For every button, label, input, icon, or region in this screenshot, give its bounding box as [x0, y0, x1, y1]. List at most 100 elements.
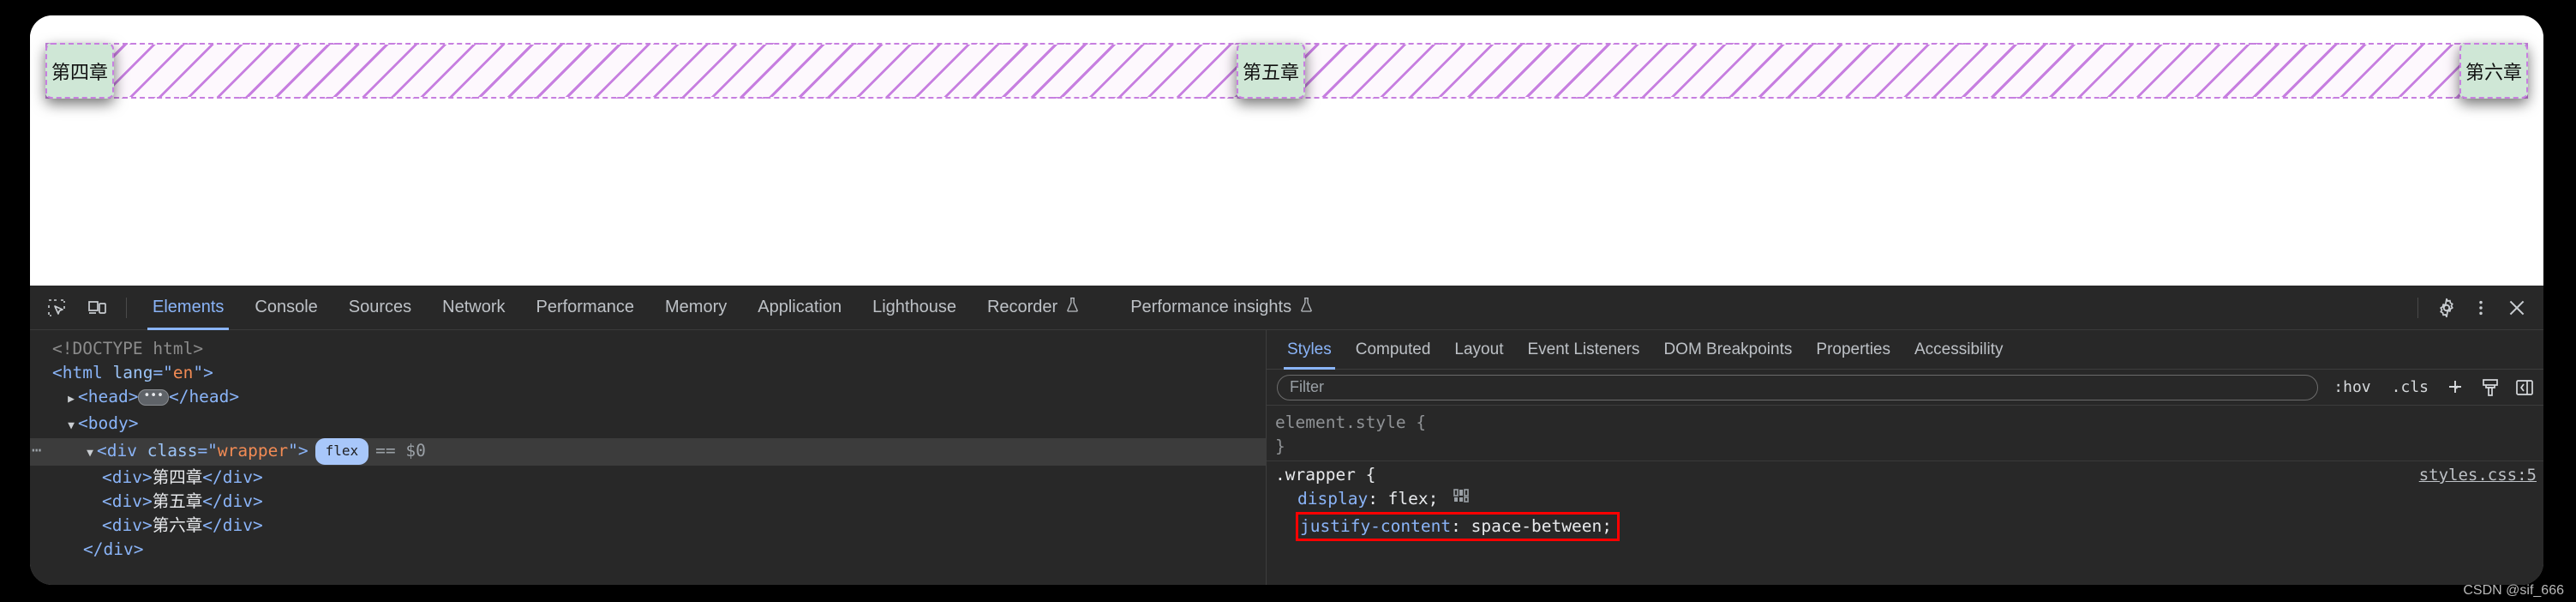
- experiment-flask-icon: [1064, 297, 1081, 318]
- devtools-tab-console[interactable]: Console: [239, 286, 332, 330]
- dom-tag-div-close: div: [222, 467, 253, 487]
- styles-tab-accessibility[interactable]: Accessibility: [1902, 330, 2015, 370]
- styles-tab-event-listeners[interactable]: Event Listeners: [1515, 330, 1651, 370]
- toggle-class-button[interactable]: .cls: [2387, 378, 2434, 396]
- devtools-tab-sources[interactable]: Sources: [333, 286, 427, 330]
- devtools-tab-memory[interactable]: Memory: [650, 286, 742, 330]
- styles-panel-tabs: Styles Computed Layout Event Listeners D: [1267, 330, 2543, 370]
- toggle-element-state-button[interactable]: :hov: [2328, 378, 2375, 396]
- dom-text-node-1: 第四章: [152, 467, 203, 487]
- dom-line-html[interactable]: <html lang="en">: [30, 361, 1266, 385]
- screenshot-root: 第四章 第五章 第六章 Elements Console Sources Net…: [0, 0, 2576, 602]
- page-viewport: 第四章 第五章 第六章: [30, 15, 2543, 286]
- declaration-property-display: display: [1297, 489, 1369, 509]
- declaration-justify-content-row[interactable]: justify-content: space-between;: [1275, 511, 2543, 541]
- dom-tree-panel[interactable]: <!DOCTYPE html> <html lang="en"> ▶ <head>…: [30, 330, 1267, 585]
- watermark-text: CSDN @sif_666: [2463, 583, 2564, 598]
- devtools-tab-elements[interactable]: Elements: [137, 286, 239, 330]
- styles-panel: Styles Computed Layout Event Listeners D: [1267, 330, 2543, 585]
- chapter-box-3-label: 第六章: [2465, 62, 2522, 84]
- expand-arrow-collapsed-icon[interactable]: ▶: [64, 388, 78, 412]
- devtools-tab-performance-insights[interactable]: Performance insights: [1096, 286, 1330, 330]
- devtools-tab-console-label: Console: [255, 298, 318, 316]
- browser-window: 第四章 第五章 第六章 Elements Console Sources Net…: [30, 15, 2543, 585]
- dom-attr-lang: lang: [112, 363, 153, 382]
- dom-line-doctype[interactable]: <!DOCTYPE html>: [30, 337, 1266, 361]
- more-options-icon[interactable]: [2466, 293, 2495, 322]
- declaration-value-flex[interactable]: flex: [1388, 489, 1429, 509]
- devtools-tab-recorder-label: Recorder: [986, 298, 1058, 316]
- devtools-tab-network-label: Network: [442, 298, 506, 316]
- chapter-box-1[interactable]: 第四章: [45, 43, 114, 99]
- chapter-box-2[interactable]: 第五章: [1237, 43, 1305, 99]
- rule-close-brace: }: [1275, 436, 1285, 456]
- devtools-tab-recorder[interactable]: Recorder: [972, 286, 1096, 330]
- dom-line-child-2[interactable]: <div>第五章</div>: [30, 490, 1266, 514]
- styles-tab-accessibility-label: Accessibility: [1914, 340, 2004, 358]
- stylesheet-source-link[interactable]: styles.css:5: [2419, 463, 2537, 487]
- devtools-tab-performance[interactable]: Performance: [521, 286, 650, 330]
- device-toolbar-icon[interactable]: [83, 293, 112, 322]
- dom-line-wrapper-close[interactable]: </div>: [30, 538, 1266, 562]
- rule-selector-wrapper: .wrapper: [1275, 465, 1356, 485]
- dom-line-body[interactable]: ▼ <body>: [30, 412, 1266, 438]
- styles-rules-list: element.style { } styles.css:5 .wrapper …: [1267, 406, 2543, 585]
- toggle-sidebar-icon[interactable]: [2513, 376, 2537, 400]
- flex-badge[interactable]: flex: [315, 438, 369, 465]
- settings-gear-icon[interactable]: [2432, 293, 2461, 322]
- dom-tag-div-close: div: [222, 491, 253, 511]
- styles-tab-layout[interactable]: Layout: [1442, 330, 1515, 370]
- styles-tab-event-listeners-label: Event Listeners: [1527, 340, 1640, 358]
- rule-open-brace: {: [1416, 412, 1427, 432]
- rule-selector-element-style: element.style: [1275, 412, 1406, 432]
- devtools-tab-lighthouse-label: Lighthouse: [872, 298, 956, 316]
- inspect-element-icon[interactable]: [42, 293, 71, 322]
- styles-tab-computed[interactable]: Computed: [1344, 330, 1443, 370]
- expand-arrow-expanded-icon[interactable]: ▼: [64, 414, 78, 438]
- dom-attr-class: class: [147, 441, 198, 461]
- devtools-panel: Elements Console Sources Network Perform…: [30, 286, 2543, 585]
- chapter-box-3[interactable]: 第六章: [2459, 43, 2528, 99]
- devtools-toolbar-right: [2412, 293, 2543, 322]
- styles-tab-dom-breakpoints-label: DOM Breakpoints: [1663, 340, 1793, 358]
- styles-filter-input[interactable]: [1277, 374, 2319, 400]
- styles-tab-styles[interactable]: Styles: [1275, 330, 1344, 370]
- devtools-tab-application[interactable]: Application: [742, 286, 857, 330]
- declaration-property-justify-content: justify-content: [1300, 515, 1452, 536]
- style-rule-wrapper[interactable]: styles.css:5 .wrapper { display: flex; j…: [1267, 461, 2543, 543]
- style-rule-element-style[interactable]: element.style { }: [1267, 409, 2543, 461]
- devtools-body: <!DOCTYPE html> <html lang="en"> ▶ <head>…: [30, 330, 2543, 585]
- toolbar-divider: [126, 297, 127, 318]
- highlighted-declaration-box[interactable]: justify-content: space-between;: [1296, 511, 1620, 541]
- rule-open-brace: {: [1365, 465, 1376, 485]
- devtools-tab-performance-insights-label: Performance insights: [1130, 298, 1292, 316]
- dom-attr-class-value: wrapper: [217, 441, 289, 461]
- devtools-tab-memory-label: Memory: [665, 298, 728, 316]
- devtools-tab-network[interactable]: Network: [427, 286, 520, 330]
- declaration-value-space-between[interactable]: space-between: [1471, 516, 1603, 536]
- declaration-display[interactable]: display: flex;: [1275, 487, 2543, 512]
- expand-arrow-expanded-icon[interactable]: ▼: [83, 442, 97, 466]
- devtools-toolbar: Elements Console Sources Network Perform…: [30, 286, 2543, 330]
- devtools-tab-sources-label: Sources: [348, 298, 412, 316]
- styles-tab-properties[interactable]: Properties: [1804, 330, 1902, 370]
- devtools-tab-elements-label: Elements: [153, 298, 225, 316]
- dom-tag-div-close: div: [222, 515, 253, 535]
- computed-styles-brush-icon[interactable]: [2478, 376, 2502, 400]
- toolbar-divider: [2417, 297, 2418, 318]
- dom-row-more-icon[interactable]: ⋯: [32, 438, 41, 462]
- dom-line-wrapper-div[interactable]: ⋯ ▼ <div class="wrapper"> flex == $0: [30, 438, 1266, 466]
- flex-layout-toggle-icon[interactable]: [1453, 488, 1471, 512]
- styles-tab-dom-breakpoints[interactable]: DOM Breakpoints: [1651, 330, 1804, 370]
- dom-line-head[interactable]: ▶ <head> ••• </head>: [30, 385, 1266, 412]
- dom-tag-div: div: [111, 467, 142, 487]
- expand-ellipsis-icon[interactable]: •••: [138, 389, 169, 406]
- dom-selected-marker: == $0: [375, 441, 426, 461]
- close-devtools-icon[interactable]: [2502, 293, 2531, 322]
- new-style-rule-button[interactable]: [2444, 376, 2468, 400]
- dom-tag-div-close: div: [103, 539, 134, 559]
- dom-line-child-1[interactable]: <div>第四章</div>: [30, 466, 1266, 490]
- dom-line-child-3[interactable]: <div>第六章</div>: [30, 514, 1266, 538]
- dom-tag-div: div: [111, 515, 142, 535]
- devtools-tab-lighthouse[interactable]: Lighthouse: [857, 286, 972, 330]
